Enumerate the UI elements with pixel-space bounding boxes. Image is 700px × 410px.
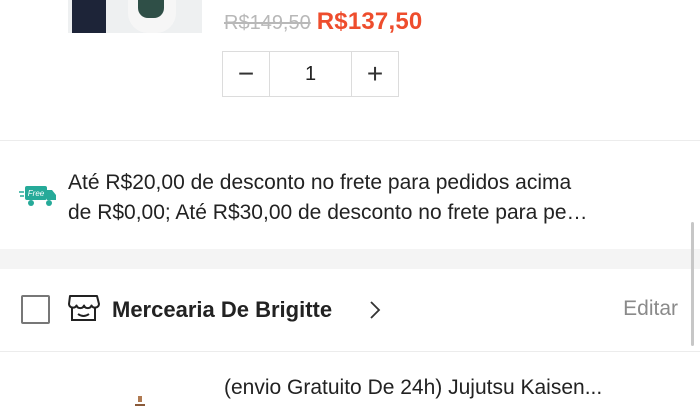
cart-page: R$149,50 R$137,50 − 1 + Free Até R$20,00… [0, 0, 700, 410]
promo-line-1: Até R$20,00 de desconto no frete para pe… [68, 171, 572, 194]
increment-button[interactable]: + [352, 52, 398, 96]
product-thumbnail[interactable] [133, 396, 147, 410]
section-separator [0, 249, 700, 269]
discounted-price: R$137,50 [316, 8, 423, 35]
product-title[interactable]: (envio Gratuito De 24h) Jujutsu Kaisen..… [224, 376, 670, 400]
product-thumbnail[interactable] [68, 0, 202, 33]
decrement-button[interactable]: − [223, 52, 269, 96]
promo-line-2: de R$0,00; Até R$30,00 de desconto no fr… [68, 201, 588, 224]
thumbnail-figure-dark [72, 0, 106, 33]
store-icon [68, 295, 100, 321]
shop-name-link[interactable]: Mercearia De Brigitte [112, 297, 332, 323]
promo-text: Até R$20,00 de desconto no frete para pe… [68, 168, 688, 228]
free-badge-text: Free [28, 189, 45, 198]
free-shipping-truck-icon: Free [19, 186, 56, 206]
chevron-right-icon[interactable] [368, 300, 382, 320]
original-price: R$149,50 [224, 12, 311, 34]
scrollbar[interactable] [691, 222, 694, 346]
thumbnail-figure-hair [138, 0, 164, 18]
edit-button[interactable]: Editar [623, 297, 678, 321]
quantity-stepper: − 1 + [222, 51, 399, 97]
cart-item: R$149,50 R$137,50 − 1 + [0, 0, 700, 140]
shop-select-checkbox[interactable] [21, 295, 50, 324]
quantity-input[interactable]: 1 [269, 52, 352, 96]
shipping-promo[interactable]: Free Até R$20,00 de desconto no frete pa… [0, 141, 700, 249]
price-row: R$149,50 R$137,50 [224, 8, 422, 38]
shop-header: Mercearia De Brigitte Editar [0, 269, 700, 351]
cart-item: (envio Gratuito De 24h) Jujutsu Kaisen..… [0, 352, 700, 410]
